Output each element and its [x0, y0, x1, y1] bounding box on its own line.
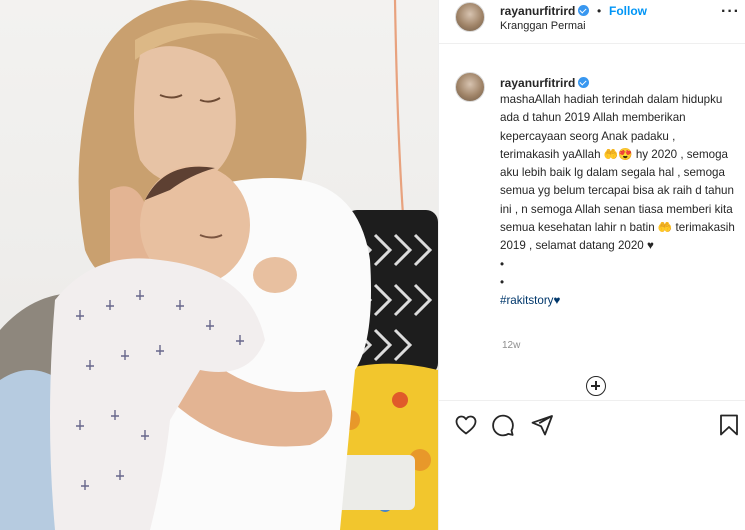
follow-button[interactable]: Follow	[609, 4, 647, 18]
author-username[interactable]: rayanurfitrird	[500, 4, 590, 18]
caption-author-username[interactable]: rayanurfitrird	[500, 76, 590, 90]
comment-icon[interactable]	[491, 413, 515, 437]
plus-circle-icon[interactable]	[586, 376, 606, 396]
more-options-icon[interactable]: ···	[721, 4, 740, 20]
caption-body: mashaAllah hadiah terindah dalam hidupku…	[500, 93, 735, 289]
bookmark-icon[interactable]	[717, 413, 741, 437]
hashtag-link[interactable]: #rakitstory♥	[500, 294, 560, 307]
action-bar	[439, 400, 745, 446]
mother-and-baby-photo	[0, 0, 438, 530]
post-side-panel: rayanurfitrird • Follow Kranggan Permai …	[438, 0, 745, 530]
header-separator: •	[597, 4, 602, 18]
caption-text: mashaAllah hadiah terindah dalam hidupku…	[500, 91, 736, 311]
paper-plane-icon[interactable]	[530, 413, 554, 437]
post-location[interactable]: Kranggan Permai	[500, 20, 586, 32]
post-photo[interactable]	[0, 0, 438, 530]
heart-icon[interactable]	[454, 413, 478, 437]
verified-badge-icon	[578, 5, 590, 16]
caption-author-avatar[interactable]	[455, 72, 485, 102]
caption-section: rayanurfitrird mashaAllah hadiah terinda…	[439, 44, 745, 400]
verified-badge-icon	[578, 77, 590, 88]
post-header: rayanurfitrird • Follow Kranggan Permai …	[439, 0, 745, 44]
author-avatar[interactable]	[455, 2, 485, 32]
post-time[interactable]: 12w	[502, 340, 520, 351]
